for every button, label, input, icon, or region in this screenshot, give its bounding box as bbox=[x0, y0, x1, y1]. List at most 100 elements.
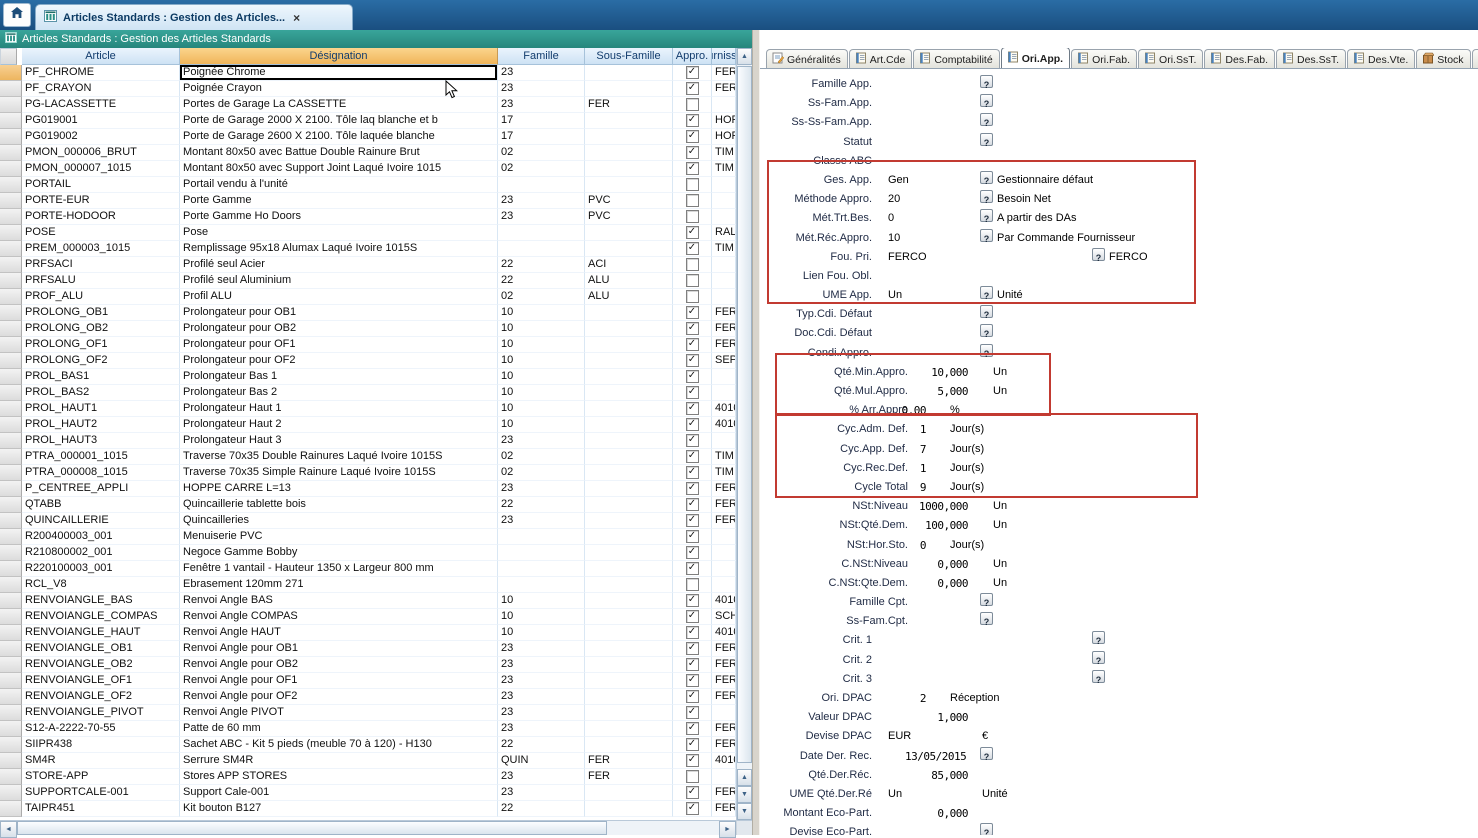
cell-fournisseur[interactable] bbox=[712, 97, 736, 113]
appro-checkbox[interactable]: ✓ bbox=[686, 66, 699, 79]
row-selector[interactable] bbox=[0, 225, 22, 241]
cell-designation[interactable]: Serrure SM4R bbox=[180, 753, 498, 769]
cell-designation[interactable]: Portes de Garage La CASSETTE bbox=[180, 97, 498, 113]
cell-sous-famille[interactable] bbox=[585, 321, 673, 337]
field-value[interactable]: Un bbox=[888, 286, 902, 305]
cell-sous-famille[interactable] bbox=[585, 385, 673, 401]
tab-art-cde[interactable]: Art.Cde bbox=[849, 49, 913, 68]
row-selector[interactable] bbox=[0, 145, 22, 161]
cell-fournisseur[interactable]: FER bbox=[712, 689, 736, 705]
cell-famille[interactable]: 23 bbox=[498, 97, 585, 113]
cell-designation[interactable]: Renvoi Angle PIVOT bbox=[180, 705, 498, 721]
cell-fournisseur[interactable]: FER bbox=[712, 305, 736, 321]
cell-sous-famille[interactable] bbox=[585, 129, 673, 145]
cell-article[interactable]: PTRA_000008_1015 bbox=[22, 465, 180, 481]
cell-fournisseur[interactable]: TIMI bbox=[712, 161, 736, 177]
field-value[interactable]: 1 bbox=[888, 420, 926, 439]
row-selector[interactable] bbox=[0, 289, 22, 305]
column-header-famille[interactable]: Famille bbox=[498, 48, 585, 65]
cell-article[interactable]: RENVOIANGLE_OB1 bbox=[22, 641, 180, 657]
field-value[interactable]: 0,000 bbox=[888, 804, 968, 823]
table-row[interactable]: R210800002_001 Negoce Gamme Bobby ✓ bbox=[0, 545, 736, 561]
appro-checkbox[interactable]: ✓ bbox=[686, 306, 699, 319]
cell-article[interactable]: RENVOIANGLE_OF1 bbox=[22, 673, 180, 689]
cell-fournisseur[interactable] bbox=[712, 545, 736, 561]
cell-fournisseur[interactable]: SCH bbox=[712, 609, 736, 625]
cell-famille[interactable] bbox=[498, 225, 585, 241]
cell-designation[interactable]: Montant 80x50 avec Support Joint Laqué I… bbox=[180, 161, 498, 177]
cell-fournisseur[interactable]: FER bbox=[712, 481, 736, 497]
cell-article[interactable]: RENVOIANGLE_HAUT bbox=[22, 625, 180, 641]
cell-sous-famille[interactable] bbox=[585, 513, 673, 529]
table-row[interactable]: PROLONG_OF1 Prolongateur pour OF1 10 ✓ F… bbox=[0, 337, 736, 353]
row-selector[interactable] bbox=[0, 337, 22, 353]
field-value[interactable]: 13/05/2015 bbox=[905, 747, 966, 766]
cell-famille[interactable]: 02 bbox=[498, 449, 585, 465]
scroll-down-icon[interactable]: ▼ bbox=[737, 803, 752, 820]
tab-g-n-ralit-s[interactable]: Généralités bbox=[766, 49, 848, 68]
horizontal-scroll-track[interactable] bbox=[607, 821, 719, 835]
cell-famille[interactable] bbox=[498, 577, 585, 593]
appro-checkbox[interactable]: ✓ bbox=[686, 482, 699, 495]
appro-checkbox[interactable] bbox=[686, 770, 699, 783]
field-value[interactable]: 0,000 bbox=[888, 555, 968, 574]
cell-article[interactable]: PMON_000007_1015 bbox=[22, 161, 180, 177]
cell-designation[interactable]: Renvoi Angle pour OF1 bbox=[180, 673, 498, 689]
help-button[interactable]: ? bbox=[980, 286, 993, 299]
cell-designation[interactable]: Stores APP STORES bbox=[180, 769, 498, 785]
cell-sous-famille[interactable] bbox=[585, 737, 673, 753]
table-row[interactable]: RENVOIANGLE_OB1 Renvoi Angle pour OB1 23… bbox=[0, 641, 736, 657]
cell-famille[interactable] bbox=[498, 529, 585, 545]
cell-fournisseur[interactable]: FER bbox=[712, 65, 736, 81]
field-value[interactable]: EUR bbox=[888, 727, 911, 746]
row-selector[interactable] bbox=[0, 417, 22, 433]
field-value[interactable]: 100,000 bbox=[888, 516, 968, 535]
cell-designation[interactable]: HOPPE CARRE L=13 bbox=[180, 481, 498, 497]
table-row[interactable]: RENVOIANGLE_OB2 Renvoi Angle pour OB2 23… bbox=[0, 657, 736, 673]
row-up-icon[interactable]: ▲ bbox=[737, 769, 752, 786]
cell-article[interactable]: PROL_HAUT1 bbox=[22, 401, 180, 417]
row-selector[interactable] bbox=[0, 641, 22, 657]
cell-famille[interactable]: 10 bbox=[498, 593, 585, 609]
tab-des-sst-[interactable]: Des.SsT. bbox=[1276, 49, 1346, 68]
cell-designation[interactable]: Quincaillerie tablette bois bbox=[180, 497, 498, 513]
cell-famille[interactable]: 23 bbox=[498, 433, 585, 449]
cell-sous-famille[interactable] bbox=[585, 449, 673, 465]
cell-designation[interactable]: Prolongateur Haut 1 bbox=[180, 401, 498, 417]
cell-article[interactable]: RENVOIANGLE_OF2 bbox=[22, 689, 180, 705]
table-row[interactable]: PG019002 Porte de Garage 2600 X 2100. Tô… bbox=[0, 129, 736, 145]
cell-sous-famille[interactable] bbox=[585, 81, 673, 97]
table-row[interactable]: QUINCAILLERIE Quincailleries 23 ✓ FER bbox=[0, 513, 736, 529]
cell-article[interactable]: SM4R bbox=[22, 753, 180, 769]
table-row[interactable]: PROL_HAUT2 Prolongateur Haut 2 10 ✓ 4010 bbox=[0, 417, 736, 433]
row-selector[interactable] bbox=[0, 673, 22, 689]
cell-sous-famille[interactable] bbox=[585, 497, 673, 513]
cell-famille[interactable]: 23 bbox=[498, 657, 585, 673]
cell-article[interactable]: PORTAIL bbox=[22, 177, 180, 193]
appro-checkbox[interactable] bbox=[686, 98, 699, 111]
table-row[interactable]: PROF_ALU Profil ALU 02 ALU bbox=[0, 289, 736, 305]
cell-fournisseur[interactable] bbox=[712, 273, 736, 289]
table-row[interactable]: PORTAIL Portail vendu à l'unité bbox=[0, 177, 736, 193]
field-value[interactable]: 7 bbox=[888, 440, 926, 459]
cell-article[interactable]: PROLONG_OB1 bbox=[22, 305, 180, 321]
cell-article[interactable]: RENVOIANGLE_OB2 bbox=[22, 657, 180, 673]
field-value[interactable]: 85,000 bbox=[888, 766, 968, 785]
appro-checkbox[interactable]: ✓ bbox=[686, 530, 699, 543]
cell-fournisseur[interactable]: RAL bbox=[712, 225, 736, 241]
cell-sous-famille[interactable] bbox=[585, 401, 673, 417]
vertical-scroll-thumb[interactable] bbox=[737, 66, 752, 763]
row-selector[interactable] bbox=[0, 689, 22, 705]
cell-fournisseur[interactable]: TIMI bbox=[712, 145, 736, 161]
row-selector[interactable] bbox=[0, 545, 22, 561]
cell-designation[interactable]: Porte Gamme bbox=[180, 193, 498, 209]
cell-article[interactable]: PORTE-HODOOR bbox=[22, 209, 180, 225]
help-button[interactable]: ? bbox=[980, 747, 993, 760]
appro-checkbox[interactable]: ✓ bbox=[686, 162, 699, 175]
cell-famille[interactable]: 22 bbox=[498, 257, 585, 273]
tab-stock[interactable]: Stock bbox=[1416, 49, 1470, 68]
cell-famille[interactable]: 10 bbox=[498, 305, 585, 321]
table-row[interactable]: PROLONG_OB2 Prolongateur pour OB2 10 ✓ F… bbox=[0, 321, 736, 337]
appro-checkbox[interactable]: ✓ bbox=[686, 386, 699, 399]
cell-sous-famille[interactable]: FER bbox=[585, 769, 673, 785]
